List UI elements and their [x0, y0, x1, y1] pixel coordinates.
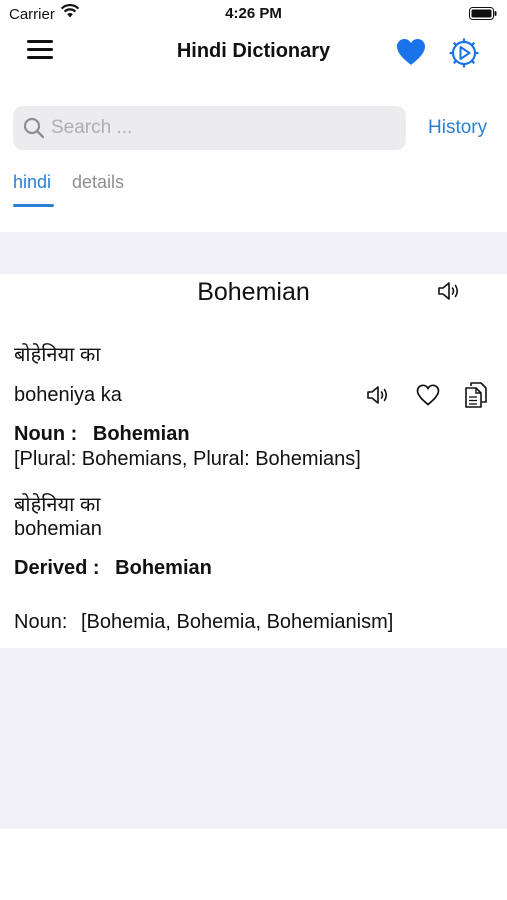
speaker-icon: [367, 386, 388, 404]
tab-hindi[interactable]: hindi: [13, 172, 51, 193]
word-entry: Bohemian बोहेनिया का boheniya ka Noun: …: [0, 274, 507, 648]
section-separator: [0, 232, 507, 274]
page-title: Hindi Dictionary: [176, 40, 331, 62]
navigation-bar: Hindi Dictionary: [0, 28, 507, 76]
entry-word: Bohemian: [197, 278, 310, 306]
menu-button[interactable]: [27, 40, 53, 62]
search-input[interactable]: [51, 106, 391, 150]
menu-icon: [27, 40, 53, 59]
hindi-meaning: बोहेनिया का: [14, 344, 101, 366]
empty-section: [0, 648, 507, 829]
derived-label: Derived :: [14, 557, 100, 579]
word-pronounce-button[interactable]: [437, 280, 463, 307]
active-tab-indicator: [13, 204, 54, 207]
speaker-icon: [438, 282, 459, 300]
search-bar: [13, 106, 406, 150]
copy-icon: [465, 382, 487, 408]
settings-button[interactable]: [448, 37, 480, 69]
search-icon: [23, 117, 45, 144]
derived-nouns-row: Noun: [Bohemia, Bohemia, Bohemianism]: [14, 611, 393, 634]
copy-button[interactable]: [464, 381, 488, 414]
heart-icon: [397, 39, 425, 65]
transliteration-2: bohemian: [14, 518, 102, 540]
transliteration: boheniya ka: [14, 384, 122, 406]
history-button[interactable]: History: [428, 117, 487, 139]
derived-noun-label: Noun:: [14, 611, 68, 633]
settings-icon: [449, 38, 479, 68]
status-bar: Carrier 4:26 PM: [0, 0, 507, 28]
favorite-toggle-button[interactable]: [416, 384, 440, 411]
heart-outline-icon: [416, 384, 440, 406]
tab-bar: hindi details: [0, 168, 507, 210]
favorites-button[interactable]: [396, 38, 426, 68]
noun-row: Noun : Bohemian: [14, 423, 190, 446]
plural-forms: [Plural: Bohemians, Plural: Bohemians]: [14, 448, 361, 470]
tab-details[interactable]: details: [72, 172, 124, 193]
derived-row: Derived : Bohemian: [14, 557, 212, 580]
battery-icon: [469, 7, 497, 25]
noun-word: Bohemian: [92, 423, 190, 445]
noun-label: Noun :: [14, 423, 78, 445]
derived-word: Bohemian: [115, 557, 212, 579]
hindi-meaning-2: बोहेनिया का: [14, 494, 101, 516]
clock: 4:26 PM: [225, 5, 282, 22]
derived-nouns: [Bohemia, Bohemia, Bohemianism]: [80, 611, 394, 633]
meaning-pronounce-button[interactable]: [366, 384, 392, 411]
